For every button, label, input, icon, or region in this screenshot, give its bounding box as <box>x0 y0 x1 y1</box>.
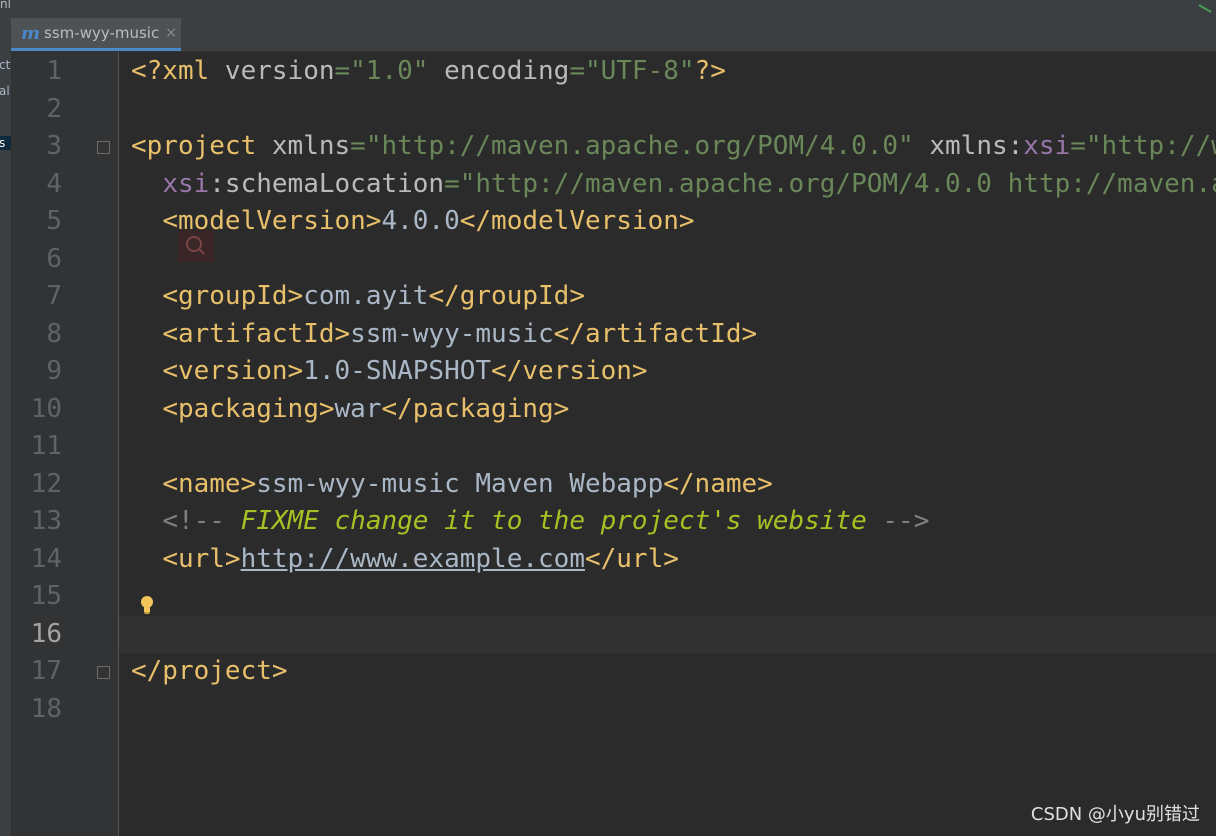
code-token: 1.0-SNAPSHOT <box>303 356 492 386</box>
code-line[interactable]: <!-- FIXME change it to the project's we… <box>131 503 929 541</box>
code-token: 4.0.0 <box>381 206 460 236</box>
line-number: 15 <box>30 581 62 611</box>
tab-label: ssm-wyy-music <box>44 24 160 42</box>
line-number: 3 <box>46 131 62 161</box>
line-number-gutter: 1 2 3 4 5 6 7 8 9 10 11 12 13 14 15 16 17 18 <box>12 52 119 836</box>
code-token: ="http://www.w3.org/2001/XMLSchema-insta… <box>1070 131 1216 161</box>
line-number: 16 <box>30 618 62 649</box>
line-number: 2 <box>46 93 62 124</box>
search-hint-icon <box>178 230 214 262</box>
fold-toggle-icon[interactable] <box>97 141 110 154</box>
code-token: </artifactId> <box>553 318 758 349</box>
lightbulb-icon[interactable] <box>138 594 156 616</box>
code-token: encoding <box>428 56 570 86</box>
code-token: </groupId> <box>428 281 585 311</box>
code-token: </packaging> <box>381 393 570 424</box>
code-token: <?xml <box>131 56 225 86</box>
code-line[interactable]: <artifactId>ssm-wyy-music</artifactId> <box>131 316 757 354</box>
code-token: xsi <box>1023 131 1071 161</box>
code-token: ?> <box>694 56 726 86</box>
line-number: 13 <box>30 506 62 536</box>
code-token: FIXME change it to the project's website <box>240 506 867 536</box>
code-token: <version> <box>162 356 304 386</box>
code-editor[interactable]: <?xml version="1.0" encoding="UTF-8"?> <p… <box>119 52 1216 836</box>
close-icon[interactable]: × <box>165 25 177 41</box>
left-strip-item[interactable]: al <box>0 84 10 98</box>
code-token: <project <box>131 131 272 161</box>
code-token: <packaging> <box>162 393 335 424</box>
check-icon <box>1198 0 1216 13</box>
url-link[interactable]: http://www.example.com <box>241 544 585 574</box>
code-line[interactable]: <?xml version="1.0" encoding="UTF-8"?> <box>131 53 726 91</box>
line-number: 12 <box>30 468 62 499</box>
code-token: <artifactId> <box>162 318 351 349</box>
line-number: 1 <box>46 56 62 86</box>
code-line[interactable]: xsi:schemaLocation="http://maven.apache.… <box>131 166 1216 204</box>
code-line[interactable]: </project> <box>131 653 288 691</box>
editor-tab-bar: m ssm-wyy-music × <box>11 18 1216 52</box>
code-token: war <box>334 393 382 424</box>
code-token: ="http://maven.apache.org/POM/4.0.0" <box>350 131 914 161</box>
line-number: 18 <box>30 693 62 724</box>
code-token: <!-- <box>162 506 241 536</box>
code-token: xsi <box>162 168 210 199</box>
code-token: xmlns <box>271 131 351 161</box>
code-line[interactable]: <project xmlns="http://maven.apache.org/… <box>131 128 1216 166</box>
code-token: ssm-wyy-music Maven Webapp <box>256 468 664 499</box>
code-token: </url> <box>584 543 679 574</box>
code-line[interactable]: <version>1.0-SNAPSHOT</version> <box>131 353 648 391</box>
line-number: 10 <box>30 393 62 424</box>
top-strip-text: nl <box>0 0 11 11</box>
watermark: CSDN @小yu别错过 <box>1030 804 1200 825</box>
line-number: 11 <box>30 431 62 461</box>
code-token: </project> <box>131 656 288 686</box>
line-number: 9 <box>46 356 62 386</box>
code-token: </modelVersion> <box>459 206 695 236</box>
code-token: com.ayit <box>303 281 429 311</box>
code-line[interactable]: <packaging>war</packaging> <box>131 391 569 429</box>
line-number: 6 <box>46 243 62 274</box>
top-strip: nl <box>0 0 1216 18</box>
code-token: <url> <box>162 543 241 574</box>
left-strip-item-selected[interactable]: s <box>0 136 11 150</box>
fold-toggle-icon[interactable] <box>97 666 110 679</box>
code-line[interactable]: <groupId>com.ayit</groupId> <box>131 278 585 316</box>
code-token: </name> <box>663 468 773 499</box>
line-number: 7 <box>46 281 62 311</box>
code-token: :schemaLocation <box>209 168 445 199</box>
left-strip-item[interactable]: ct <box>0 58 10 72</box>
line-number: 17 <box>30 656 62 686</box>
code-line[interactable]: <url>http://www.example.com</url> <box>131 541 679 579</box>
line-number: 5 <box>46 206 62 236</box>
line-number: 4 <box>46 168 62 199</box>
code-line[interactable]: <modelVersion>4.0.0</modelVersion> <box>131 203 695 241</box>
code-token: <groupId> <box>162 281 304 311</box>
line-number: 8 <box>46 318 62 349</box>
code-token: ssm-wyy-music <box>350 318 554 349</box>
code-token: --> <box>866 506 930 536</box>
code-token: xmlns: <box>913 131 1024 161</box>
code-token: ="http://maven.apache.org/POM/4.0.0 http… <box>444 168 1216 199</box>
tab-ssm-wyy-music[interactable]: m ssm-wyy-music × <box>11 18 181 51</box>
code-token: <name> <box>162 468 257 499</box>
current-line-highlight <box>119 615 1216 653</box>
line-number: 14 <box>30 543 62 574</box>
code-token: </version> <box>491 356 648 386</box>
code-token: ="UTF-8" <box>569 56 695 86</box>
left-tool-strip: ct al s <box>0 18 12 836</box>
code-token: version <box>224 56 335 86</box>
code-token: ="1.0" <box>334 56 429 86</box>
code-line[interactable]: <name>ssm-wyy-music Maven Webapp</name> <box>131 466 773 504</box>
maven-icon: m <box>21 22 41 44</box>
